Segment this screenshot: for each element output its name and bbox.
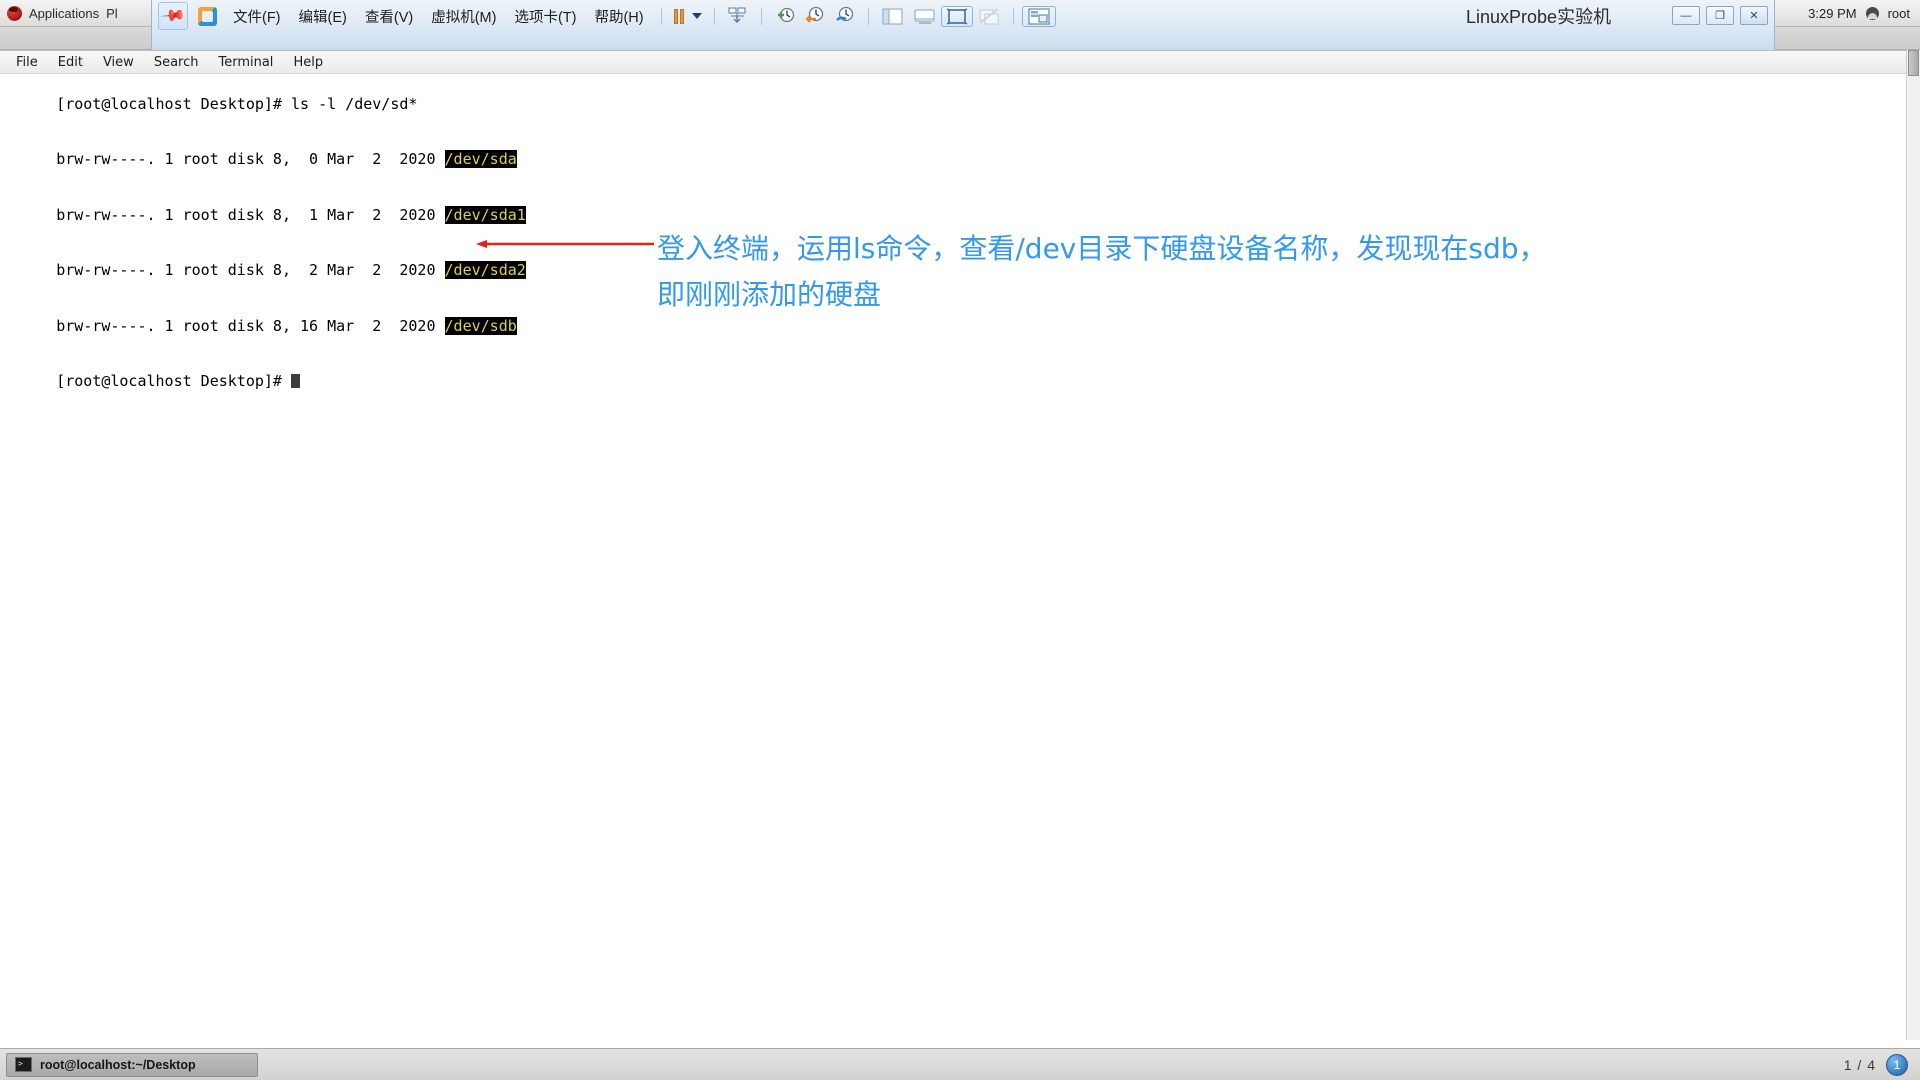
snapshot-revert-icon[interactable] <box>800 6 830 27</box>
toolbar-divider <box>660 7 662 25</box>
terminal-menu-terminal[interactable]: Terminal <box>208 53 283 72</box>
dropdown-caret-icon[interactable] <box>688 6 706 27</box>
workspace-pager-label: 1 / 4 <box>1843 1056 1876 1073</box>
terminal-line-text: brw-rw----. 1 root disk 8, 1 Mar 2 2020 <box>56 205 445 224</box>
toolbar-divider <box>1013 7 1015 25</box>
gnome-bottom-panel: root@localhost:~/Desktop 1 / 4 1 <box>0 1048 1920 1080</box>
gnome-panel-left: Applications Pl <box>0 5 118 21</box>
toolbar-divider <box>868 7 870 25</box>
annotation-line-2: 即刚刚添加的硬盘 <box>657 278 882 311</box>
terminal-line-highlight: /dev/sda <box>444 150 517 168</box>
fullscreen-icon[interactable] <box>941 5 974 27</box>
terminal-menu-help[interactable]: Help <box>283 53 333 72</box>
terminal-line-text: [root@localhost Desktop]# ls -l /dev/sd* <box>56 94 418 113</box>
vmware-close-button[interactable]: ✕ <box>1740 6 1768 25</box>
menu-help[interactable]: 帮助(H) <box>585 3 652 30</box>
taskbar-right: 1 / 4 1 <box>1843 1053 1920 1076</box>
menu-file[interactable]: 文件(F) <box>224 3 290 30</box>
taskbar-window-label: root@localhost:~/Desktop <box>40 1057 196 1072</box>
applications-menu[interactable]: Applications <box>29 6 99 21</box>
terminal-icon <box>15 1057 32 1072</box>
vm-name-label: LinuxProbe实验机 <box>1466 7 1612 27</box>
panel-username[interactable]: root <box>1888 6 1910 21</box>
terminal-menu-file[interactable]: File <box>6 53 48 72</box>
left-arrow-pointer-icon <box>476 240 654 248</box>
snapshot-manager-icon[interactable] <box>830 6 860 27</box>
terminal-menu-view[interactable]: View <box>93 53 144 72</box>
workspace-indicator[interactable]: 1 <box>1886 1053 1908 1076</box>
vmware-minimize-button[interactable]: — <box>1672 6 1700 25</box>
snapshot-add-icon[interactable] <box>770 6 800 27</box>
show-console-view-icon[interactable] <box>909 6 941 27</box>
terminal-menu-search[interactable]: Search <box>144 53 209 72</box>
block-cursor-icon <box>291 374 300 388</box>
menu-edit[interactable]: 编辑(E) <box>290 3 356 30</box>
terminal-line: [root@localhost Desktop]# ls -l /dev/sd* <box>2 76 1920 132</box>
terminal-line-text: brw-rw----. 1 root disk 8, 16 Mar 2 2020 <box>56 316 445 335</box>
toolbar-divider <box>714 7 716 25</box>
pause-icon[interactable] <box>670 6 689 27</box>
menu-view[interactable]: 查看(V) <box>356 3 422 30</box>
terminal-prompt: [root@localhost Desktop]# <box>56 372 291 390</box>
annotation-line-1: 登入终端，运用ls命令，查看/dev目录下硬盘设备名称，发现现在sdb， <box>657 232 1547 265</box>
gnome-panel-right: 3:29 PM root <box>1808 6 1920 21</box>
terminal-line-highlight: /dev/sda2 <box>444 261 526 279</box>
panel-clock[interactable]: 3:29 PM <box>1808 6 1856 21</box>
terminal-window: File Edit View Search Terminal Help [roo… <box>0 50 1920 1040</box>
vmware-window-controls: — ❐ ✕ <box>1672 6 1768 25</box>
terminal-line-text: brw-rw----. 1 root disk 8, 0 Mar 2 2020 <box>56 150 445 168</box>
vmware-app-icon <box>192 2 222 30</box>
terminal-line: brw-rw----. 1 root disk 8, 0 Mar 2 2020 … <box>2 132 1920 188</box>
taskbar-window-button[interactable]: root@localhost:~/Desktop <box>6 1052 258 1077</box>
toolbar-divider <box>761 7 763 25</box>
unity-mode-icon[interactable] <box>973 6 1005 27</box>
scrollbar-thumb[interactable] <box>1908 50 1919 76</box>
terminal-line-highlight: /dev/sdb <box>444 316 517 335</box>
annotation-callout: 登入终端，运用ls命令，查看/dev目录下硬盘设备名称，发现现在sdb， 即刚刚… <box>657 226 1837 318</box>
redhat-logo-icon <box>7 5 22 21</box>
show-sidebar-icon[interactable] <box>877 6 909 27</box>
menu-tabs[interactable]: 选项卡(T) <box>505 3 585 30</box>
terminal-line-highlight: /dev/sda1 <box>444 205 526 224</box>
send-ctrl-alt-del-icon[interactable] <box>723 6 753 27</box>
vmware-restore-button[interactable]: ❐ <box>1706 6 1734 25</box>
terminal-menu-edit[interactable]: Edit <box>48 53 93 72</box>
user-icon <box>1865 6 1879 20</box>
places-menu[interactable]: Pl <box>106 6 118 21</box>
terminal-scrollbar[interactable] <box>1906 50 1920 1040</box>
show-library-icon[interactable] <box>1022 5 1057 27</box>
pin-icon[interactable]: 📌 <box>158 2 188 30</box>
terminal-line-text: brw-rw----. 1 root disk 8, 2 Mar 2 2020 <box>56 261 445 279</box>
terminal-prompt-line: [root@localhost Desktop]# <box>2 354 1920 410</box>
terminal-menubar: File Edit View Search Terminal Help <box>0 51 1920 74</box>
terminal-output-area[interactable]: [root@localhost Desktop]# ls -l /dev/sd*… <box>0 74 1920 1040</box>
menu-vm[interactable]: 虚拟机(M) <box>422 3 505 30</box>
